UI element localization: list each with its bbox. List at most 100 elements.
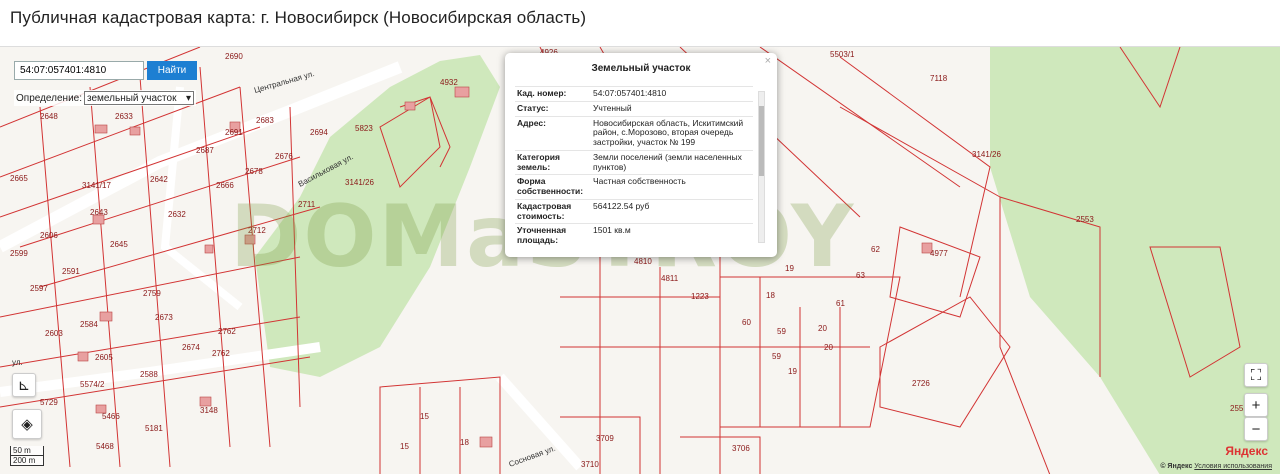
svg-text:3706: 3706 (732, 444, 750, 453)
svg-text:7118: 7118 (930, 74, 948, 83)
svg-text:18: 18 (460, 438, 469, 447)
popup-row: Кад. номер: 54:07:057401:4810 (515, 86, 753, 102)
svg-text:1223: 1223 (691, 292, 709, 301)
svg-text:62: 62 (871, 245, 880, 254)
svg-text:2712: 2712 (248, 226, 266, 235)
svg-text:2683: 2683 (256, 116, 274, 125)
popup-row: Форма собственности: Частная собственност… (515, 174, 753, 200)
search-button[interactable]: Найти (147, 61, 197, 80)
svg-text:63: 63 (856, 271, 865, 280)
svg-text:2691: 2691 (225, 128, 243, 137)
svg-text:2599: 2599 (10, 249, 28, 258)
svg-text:2588: 2588 (140, 370, 158, 379)
definition-selected: земельный участок (87, 92, 177, 104)
svg-text:15: 15 (420, 412, 429, 421)
search-bar: Найти (14, 61, 197, 80)
forest-area (255, 55, 500, 377)
svg-text:4932: 4932 (440, 78, 458, 87)
svg-text:3710: 3710 (581, 460, 599, 469)
zoom-out-button[interactable]: − (1244, 417, 1268, 441)
svg-text:3148: 3148 (200, 406, 218, 415)
svg-text:2553: 2553 (1076, 215, 1094, 224)
svg-text:2759: 2759 (143, 289, 161, 298)
popup-row: Кадастровая стоимость: 564122.54 руб (515, 198, 753, 224)
svg-text:2762: 2762 (218, 327, 236, 336)
svg-text:ул.: ул. (12, 358, 23, 367)
svg-text:2591: 2591 (62, 267, 80, 276)
svg-text:19: 19 (785, 264, 794, 273)
svg-text:5823: 5823 (355, 124, 373, 133)
svg-text:2694: 2694 (310, 128, 328, 137)
svg-text:Сосновая ул.: Сосновая ул. (508, 444, 557, 469)
svg-text:60: 60 (742, 318, 751, 327)
svg-text:2642: 2642 (150, 175, 168, 184)
scale-bar: 50 m 200 m (10, 446, 44, 466)
popup-title: Земельный участок (591, 63, 691, 74)
chevron-down-icon: ▾ (185, 92, 192, 104)
svg-text:255: 255 (1230, 404, 1244, 413)
svg-text:5466: 5466 (102, 412, 120, 421)
svg-text:2633: 2633 (115, 112, 133, 121)
definition-control: Определение: земельный участок ▾ (14, 90, 197, 106)
zoom-in-button[interactable]: + (1244, 393, 1268, 417)
svg-text:20: 20 (824, 343, 833, 352)
layers-icon[interactable]: ◈ (12, 409, 42, 439)
svg-text:5729: 5729 (40, 398, 58, 407)
cadastral-map[interactable]: 2690 2648 2633 2691 2683 4932 5823 2694 2687 267… (0, 46, 1280, 474)
svg-text:2597: 2597 (30, 284, 48, 293)
popup-row: Категория земель: Земли поселений (земли … (515, 149, 753, 175)
search-input[interactable] (14, 61, 144, 80)
svg-text:5574/2: 5574/2 (80, 380, 105, 389)
svg-text:4977: 4977 (930, 249, 948, 258)
terms-link[interactable]: Условия использования (1194, 463, 1272, 470)
svg-text:2666: 2666 (216, 181, 234, 190)
svg-text:4810: 4810 (634, 257, 652, 266)
close-icon[interactable]: × (765, 55, 771, 67)
svg-text:2645: 2645 (110, 240, 128, 249)
svg-text:2690: 2690 (225, 52, 243, 61)
svg-text:59: 59 (772, 352, 781, 361)
svg-text:59: 59 (777, 327, 786, 336)
svg-text:61: 61 (836, 299, 845, 308)
svg-text:2606: 2606 (40, 231, 58, 240)
svg-text:2762: 2762 (212, 349, 230, 358)
svg-text:2711: 2711 (298, 200, 316, 209)
svg-text:2674: 2674 (182, 343, 200, 352)
svg-text:3141/17: 3141/17 (82, 181, 111, 190)
svg-text:2678: 2678 (245, 167, 263, 176)
popup-row: Адрес: Новосибирская область, Искитимский… (515, 115, 753, 151)
svg-text:19: 19 (788, 367, 797, 376)
svg-text:4811: 4811 (661, 274, 679, 283)
svg-text:5468: 5468 (96, 442, 114, 451)
svg-text:18: 18 (766, 291, 775, 300)
svg-text:20: 20 (818, 324, 827, 333)
svg-text:2603: 2603 (45, 329, 63, 338)
svg-text:Центральная ул.: Центральная ул. (253, 69, 315, 95)
svg-text:2726: 2726 (912, 379, 930, 388)
svg-text:2648: 2648 (40, 112, 58, 121)
yandex-logo[interactable]: Яндекс (1225, 444, 1268, 458)
popup-scrollbar[interactable] (758, 91, 765, 243)
svg-text:2687: 2687 (196, 146, 214, 155)
definition-select[interactable]: земельный участок ▾ (84, 91, 195, 105)
popup-row: Статус: Учтенный (515, 100, 753, 117)
copyright-text: © Яндекс (1160, 463, 1193, 470)
popup-row: Уточненная площадь: 1501 кв.м (515, 223, 753, 248)
page-title: Публичная кадастровая карта: г. Новосиби… (10, 8, 587, 27)
svg-text:2584: 2584 (80, 320, 98, 329)
parcel-popup: × Земельный участок Кад. номер: 54:07:057… (505, 53, 777, 257)
svg-text:3141/26: 3141/26 (345, 178, 374, 187)
svg-text:5181: 5181 (145, 424, 163, 433)
svg-text:2643: 2643 (90, 208, 108, 217)
ruler-icon[interactable]: ⊾ (12, 373, 36, 397)
svg-text:3709: 3709 (596, 434, 614, 443)
svg-text:5503/1: 5503/1 (830, 50, 855, 59)
svg-text:2665: 2665 (10, 174, 28, 183)
definition-label: Определение: (16, 92, 83, 104)
svg-text:2632: 2632 (168, 210, 186, 219)
scale-large: 200 m (10, 456, 44, 466)
svg-text:3141/26: 3141/26 (972, 150, 1001, 159)
svg-text:2605: 2605 (95, 353, 113, 362)
fullscreen-icon[interactable]: ⛶ (1244, 363, 1268, 387)
map-attribution: © Яндекс Условия использования (1160, 463, 1272, 470)
